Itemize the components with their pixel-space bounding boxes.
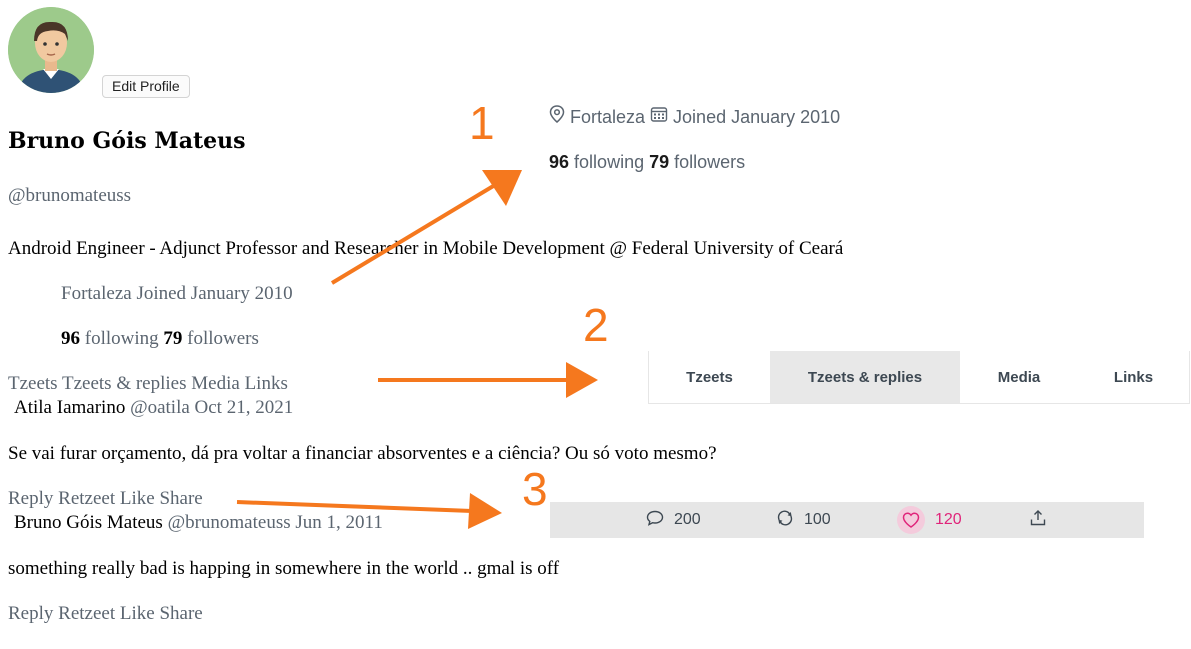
styled-following-label[interactable]: following (574, 152, 644, 172)
styled-tab-tzeets[interactable]: Tzeets (649, 351, 770, 403)
comment-icon (646, 510, 664, 531)
styled-tab-media[interactable]: Media (960, 351, 1078, 403)
retweet-icon (776, 510, 794, 531)
styled-action-bar: 200 100 120 (550, 502, 1144, 538)
styled-retweet-action[interactable]: 100 (776, 502, 831, 538)
styled-reply-action[interactable]: 200 (646, 502, 701, 538)
heart-icon (897, 506, 925, 534)
location-pin-icon (549, 105, 565, 128)
callout-number-3: 3 (522, 463, 548, 515)
styled-like-action[interactable]: 120 (897, 502, 962, 538)
styled-profile-meta: Fortaleza Joined January 2010 (549, 105, 840, 128)
callout-arrow-2 (378, 362, 598, 398)
styled-tab-tzeets-replies[interactable]: Tzeets & replies (770, 351, 960, 403)
styled-share-action[interactable] (1029, 502, 1047, 538)
styled-follow-stats: 96 following 79 followers (549, 151, 745, 173)
retweet-count: 100 (804, 511, 831, 528)
styled-location-text: Fortaleza (570, 106, 646, 127)
styled-followers-label[interactable]: followers (674, 152, 745, 172)
styled-followers-count[interactable]: 79 (649, 152, 669, 172)
callout-arrow-3 (236, 493, 502, 529)
callout-arrow-1 (330, 170, 522, 285)
styled-following-count[interactable]: 96 (549, 152, 569, 172)
share-icon (1029, 509, 1047, 532)
callout-number-2: 2 (583, 299, 609, 351)
styled-tab-links[interactable]: Links (1078, 351, 1189, 403)
styled-tab-bar: Tzeets Tzeets & replies Media Links (648, 351, 1190, 404)
reply-count: 200 (674, 511, 701, 528)
calendar-icon (650, 105, 668, 128)
callout-number-1: 1 (469, 97, 495, 149)
styled-joined-text: Joined January 2010 (673, 106, 841, 127)
like-count: 120 (935, 511, 962, 528)
